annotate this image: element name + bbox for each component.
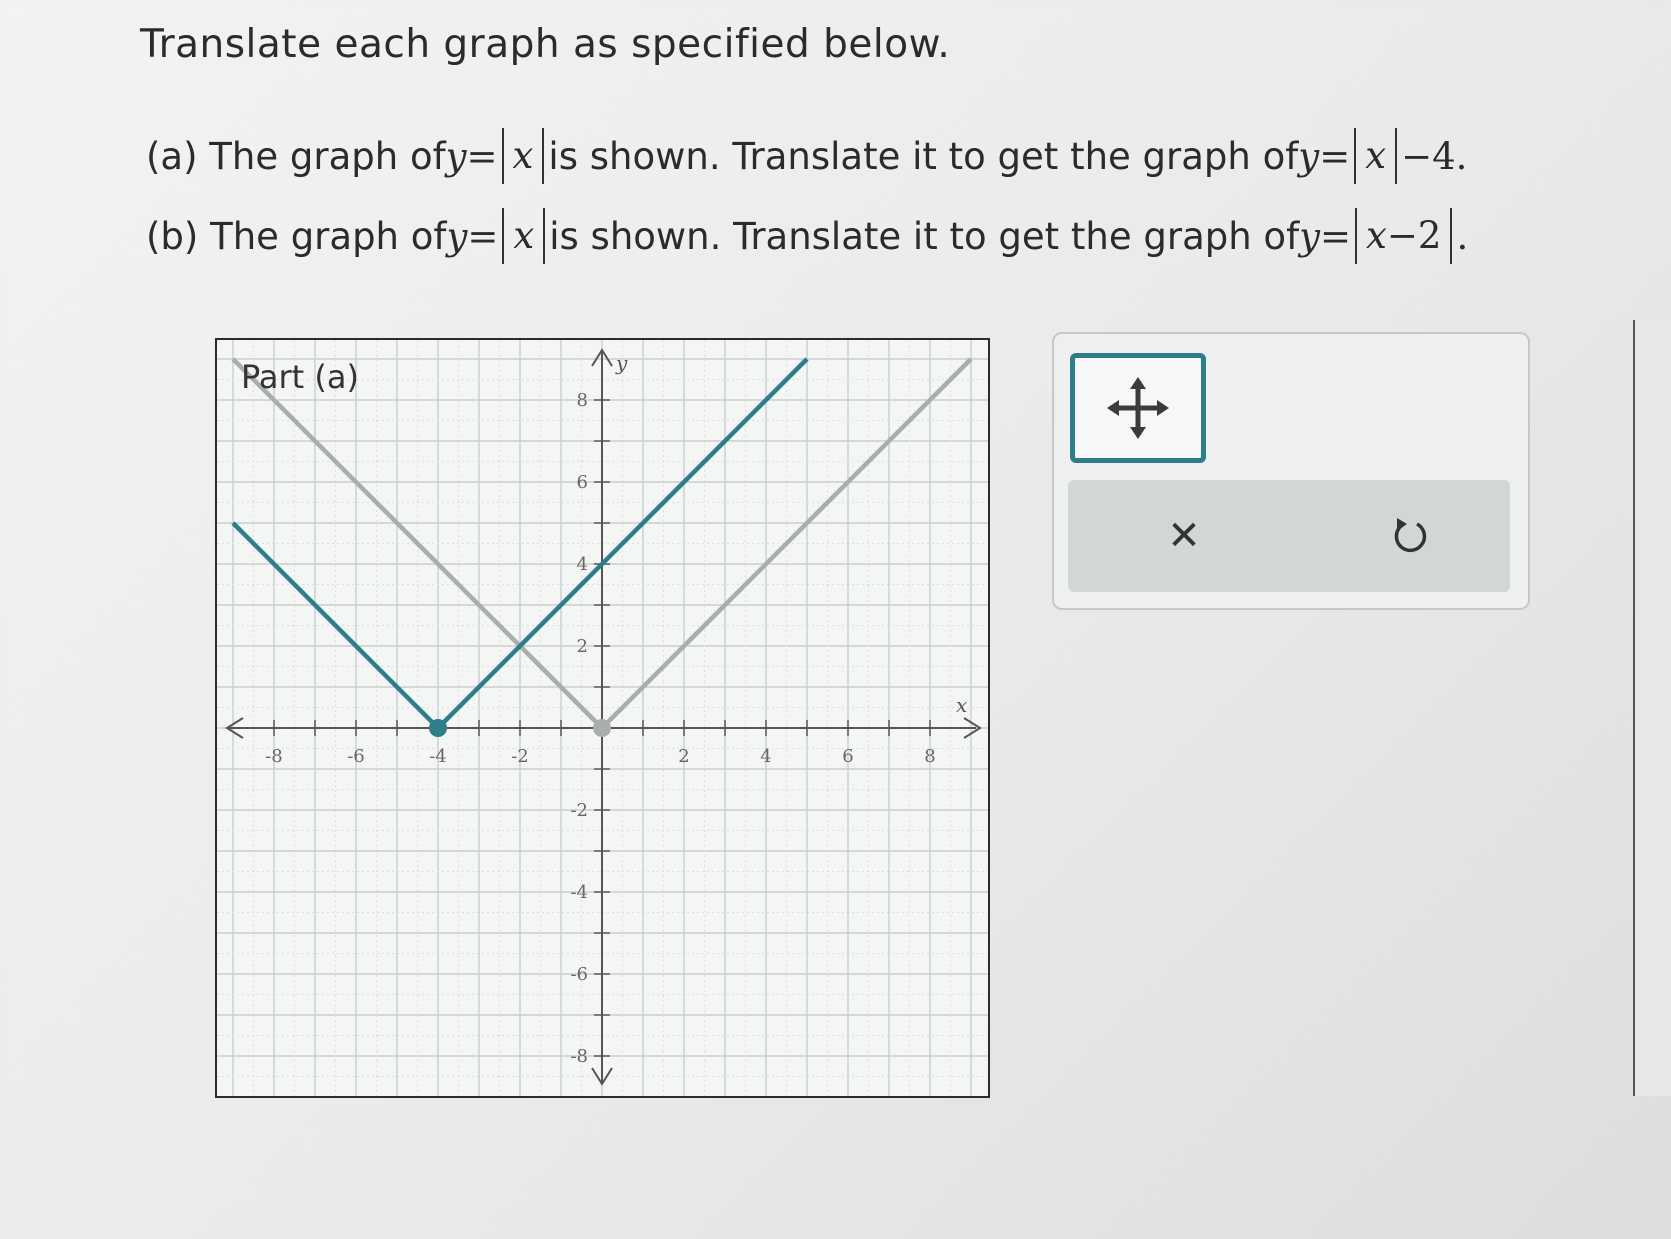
part-a-middle: is shown. Translate it to get the graph … [548,134,1299,178]
x-tick-label: -8 [265,746,283,767]
original-vertex-point[interactable] [593,719,611,737]
x-tick-label: -4 [429,746,447,767]
tool-panel: ✕ [1052,332,1530,610]
x-axis-label: x [956,693,967,717]
x-tick-label: 4 [760,746,771,767]
part-b-prefix: (b) The graph of [146,214,447,258]
part-label: Part (a) [241,358,359,396]
part-b-target-end: . [1456,214,1469,258]
x-tick-label: 8 [924,746,935,767]
part-a-target-tail: −4 [1401,134,1456,178]
part-a-target-eq: = [1319,134,1351,178]
question-title: Translate each graph as specified below. [140,22,951,67]
part-b-given-lhs: y [446,214,468,258]
coordinate-plane[interactable]: -8 -6 -4 -2 2 4 6 8 8 6 4 2 -2 -4 -6 -8 x y [217,340,988,1096]
y-tick-label: -8 [570,1046,588,1067]
y-tick-label: -4 [570,882,588,903]
part-a-given-abs: x [501,128,545,184]
part-a-instruction: (a) The graph of y = x is shown. Transla… [146,128,1467,184]
part-a-target-abs: x [1354,128,1398,184]
part-b-target-eq: = [1320,214,1352,258]
part-b-given-abs: x [502,208,546,264]
translated-vertex-point[interactable] [429,719,447,737]
part-b-target-lhs: y [1299,214,1321,258]
action-bar: ✕ [1068,480,1510,592]
undo-icon [1394,518,1427,553]
graph-panel[interactable]: -8 -6 -4 -2 2 4 6 8 8 6 4 2 -2 -4 -6 -8 x y Part (a) [215,338,990,1098]
part-b-instruction: (b) The graph of y = x is shown. Transla… [146,208,1468,264]
part-a-given-eq: = [466,134,498,178]
x-tick-label: 2 [678,746,689,767]
move-arrows-icon [1107,377,1169,439]
x-tick-label: -6 [347,746,365,767]
tick-labels: -8 -6 -4 -2 2 4 6 8 8 6 4 2 -2 -4 -6 -8 x y [265,351,967,1067]
undo-button[interactable] [1373,502,1445,570]
part-b-target-inner-var: x [1366,214,1387,257]
y-axis-label: y [615,351,628,375]
part-a-prefix: (a) The graph of [146,134,446,178]
part-a-target-lhs: y [1298,134,1320,178]
y-tick-label: 6 [577,472,588,493]
y-tick-label: -6 [570,964,588,985]
clear-button[interactable]: ✕ [1148,502,1220,570]
y-tick-label: 4 [577,554,588,575]
part-a-target-end: . [1455,134,1468,178]
y-tick-label: 8 [577,390,588,411]
move-tool-button[interactable] [1070,353,1206,463]
x-tick-label: -2 [511,746,529,767]
close-icon: ✕ [1167,513,1201,559]
part-b-given-eq: = [467,214,499,258]
part-b-middle: is shown. Translate it to get the graph … [549,214,1300,258]
part-a-given-lhs: y [445,134,467,178]
x-tick-label: 6 [842,746,853,767]
part-b-target-abs: x−2 [1355,208,1453,264]
y-tick-label: -2 [570,800,588,821]
part-b-target-inner-rest: −2 [1386,214,1442,257]
side-panel-edge [1633,320,1671,1096]
y-tick-label: 2 [577,636,588,657]
